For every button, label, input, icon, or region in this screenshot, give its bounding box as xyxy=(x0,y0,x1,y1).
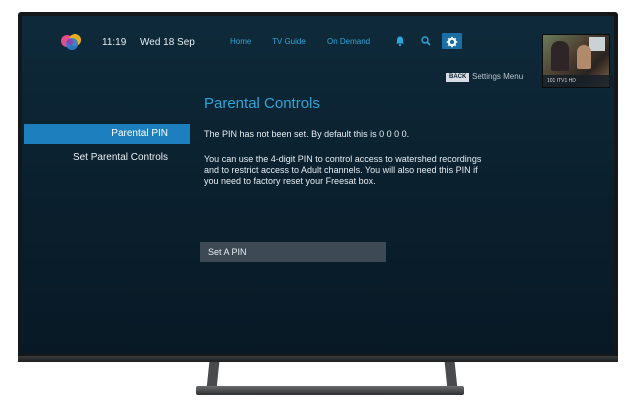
search-icon[interactable] xyxy=(420,35,432,47)
settings-tab[interactable] xyxy=(442,33,462,49)
nav-tv-guide[interactable]: TV Guide xyxy=(272,37,306,46)
description-line: You can use the 4-digit PIN to control a… xyxy=(204,154,482,164)
freesat-logo-icon xyxy=(60,33,84,51)
breadcrumb: Settings Menu xyxy=(472,72,524,81)
top-bar: 11:19 Wed 18 Sep Home TV Guide On Demand xyxy=(22,16,614,88)
tv-screen: 11:19 Wed 18 Sep Home TV Guide On Demand xyxy=(22,16,614,354)
tv-stand-base xyxy=(196,386,464,395)
gear-icon xyxy=(446,35,458,53)
pin-status-text: The PIN has not been set. By default thi… xyxy=(204,129,410,139)
live-tv-preview[interactable]: 101 ITV1 HD xyxy=(542,34,613,88)
description-line: and to restrict access to Adult channels… xyxy=(204,165,478,175)
tv-stand-leg xyxy=(206,362,220,388)
preview-channel-label: 101 ITV1 HD xyxy=(543,75,613,87)
back-button-badge: BACK xyxy=(446,73,470,82)
tv-stand-leg xyxy=(444,362,458,388)
date: Wed 18 Sep xyxy=(140,37,195,48)
nav-home[interactable]: Home xyxy=(230,37,251,46)
description-line: you need to factory reset your Freesat b… xyxy=(204,176,376,186)
tv-bottom-edge xyxy=(18,356,618,362)
bell-icon[interactable] xyxy=(394,35,406,47)
page-title: Parental Controls xyxy=(204,95,320,112)
set-pin-button[interactable]: Set A PIN xyxy=(200,242,386,262)
nav-on-demand[interactable]: On Demand xyxy=(327,37,370,46)
sidebar-item-set-parental-controls[interactable]: Set Parental Controls xyxy=(24,148,190,168)
clock: 11:19 xyxy=(102,37,127,48)
sidebar-item-parental-pin[interactable]: Parental PIN xyxy=(24,124,190,144)
